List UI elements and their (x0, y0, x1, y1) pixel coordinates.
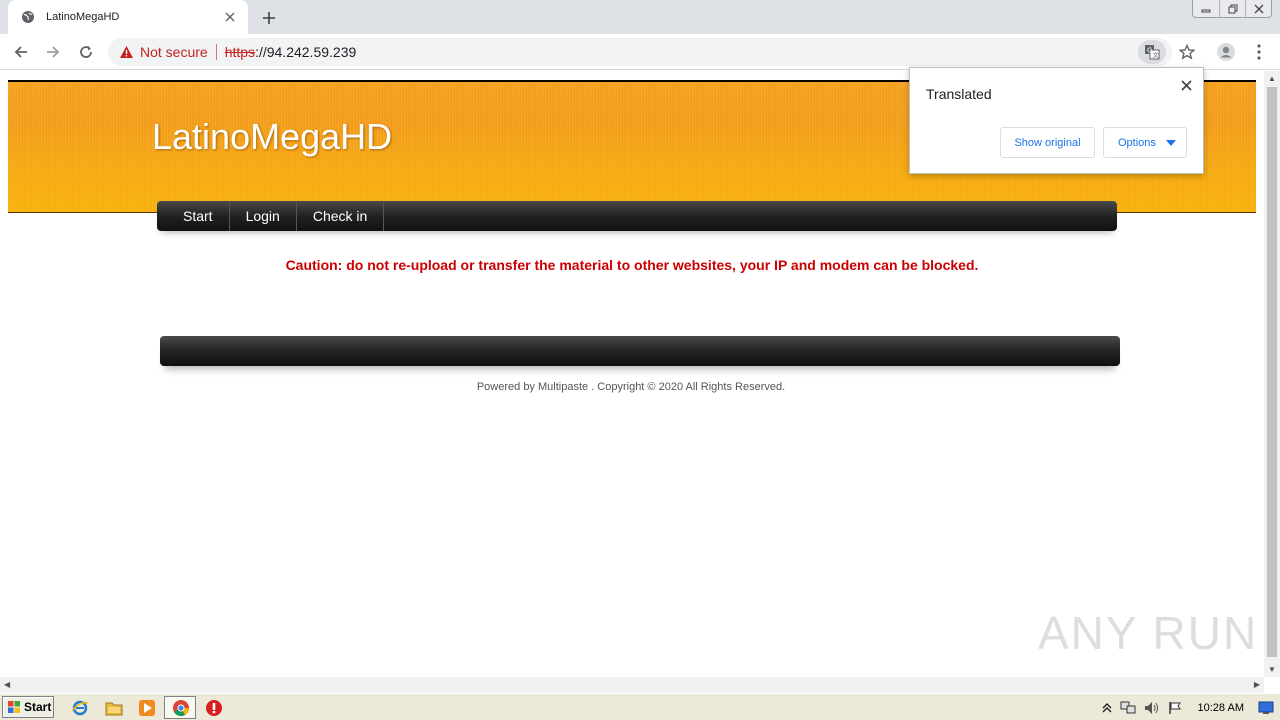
stop-icon[interactable] (204, 698, 224, 718)
window-controls (1192, 0, 1272, 18)
anyrun-watermark: ANY RUN (1038, 607, 1259, 659)
profile-avatar-icon[interactable] (1213, 39, 1239, 65)
minimize-button[interactable] (1193, 0, 1219, 17)
globe-icon (20, 9, 36, 25)
reload-button[interactable] (73, 39, 99, 65)
start-button[interactable]: Start (2, 696, 54, 718)
menu-dots-icon[interactable] (1246, 39, 1272, 65)
close-icon[interactable] (222, 9, 238, 25)
scroll-down-icon[interactable]: ▼ (1268, 665, 1276, 674)
system-tray: 10:28 AM (1096, 696, 1280, 719)
scrollbar-thumb[interactable] (1267, 87, 1277, 657)
translate-popup: Translated Show original Options (909, 67, 1204, 174)
tray-expand-icon[interactable] (1102, 702, 1112, 714)
horizontal-scrollbar[interactable]: ◀ ▶ (0, 677, 1264, 693)
volume-icon[interactable] (1144, 701, 1160, 715)
tab-latinomegahd[interactable]: LatinoMegaHD (8, 0, 248, 34)
window-close-button[interactable] (1245, 0, 1271, 17)
browser-toolbar: Not secure https ://94.242.59.239 G文 (0, 34, 1280, 70)
not-secure-label[interactable]: Not secure (140, 44, 208, 60)
media-player-icon[interactable] (137, 698, 157, 718)
chrome-icon (172, 699, 190, 717)
nav-item-check-in[interactable]: Check in (297, 201, 385, 231)
windows-logo-icon (7, 700, 21, 714)
taskbar-chrome-button[interactable] (164, 696, 196, 719)
copyright-text: Powered by Multipaste . Copyright © 2020… (476, 381, 786, 393)
popup-title: Translated (926, 86, 992, 102)
scroll-right-icon[interactable]: ▶ (1254, 680, 1260, 689)
scroll-up-icon[interactable]: ▲ (1268, 74, 1276, 83)
url-host: ://94.242.59.239 (255, 44, 357, 60)
nav-item-start[interactable]: Start (167, 201, 230, 231)
options-button[interactable]: Options (1103, 127, 1187, 158)
options-label: Options (1118, 136, 1156, 149)
svg-text:文: 文 (1153, 52, 1159, 60)
internet-explorer-icon[interactable] (70, 698, 90, 718)
new-tab-button[interactable] (258, 7, 280, 29)
start-label: Start (24, 700, 52, 714)
tab-title: LatinoMegaHD (46, 11, 120, 23)
omnibox-divider (215, 44, 217, 60)
back-button[interactable] (8, 39, 34, 65)
file-explorer-icon[interactable] (104, 698, 124, 718)
windows-taskbar: Start 10:28 AM (0, 693, 1280, 720)
nav-item-login[interactable]: Login (230, 201, 297, 231)
show-original-button[interactable]: Show original (1000, 127, 1095, 158)
address-bar[interactable]: Not secure https ://94.242.59.239 G文 (108, 38, 1172, 66)
main-nav: Start Login Check in (157, 201, 1117, 231)
tab-strip: LatinoMegaHD (0, 0, 1280, 34)
network-icon[interactable] (1120, 701, 1136, 715)
site-title[interactable]: LatinoMegaHD (152, 116, 392, 158)
scroll-left-icon[interactable]: ◀ (4, 680, 10, 689)
taskbar-clock[interactable]: 10:28 AM (1198, 702, 1244, 714)
show-desktop-icon[interactable] (1258, 701, 1274, 715)
close-icon[interactable] (1177, 76, 1195, 94)
footer-bar (160, 336, 1120, 366)
translate-icon[interactable]: G文 (1138, 40, 1166, 64)
restore-button[interactable] (1219, 0, 1245, 17)
bookmark-star-icon[interactable] (1174, 39, 1200, 65)
dropdown-arrow-icon (1165, 139, 1176, 146)
flag-icon[interactable] (1168, 701, 1182, 715)
warning-icon (118, 44, 134, 60)
vertical-scrollbar[interactable]: ▲ ▼ (1264, 71, 1280, 677)
caution-message: Caution: do not re-upload or transfer th… (285, 257, 979, 273)
url-scheme: https (224, 44, 256, 60)
forward-button[interactable] (40, 39, 66, 65)
